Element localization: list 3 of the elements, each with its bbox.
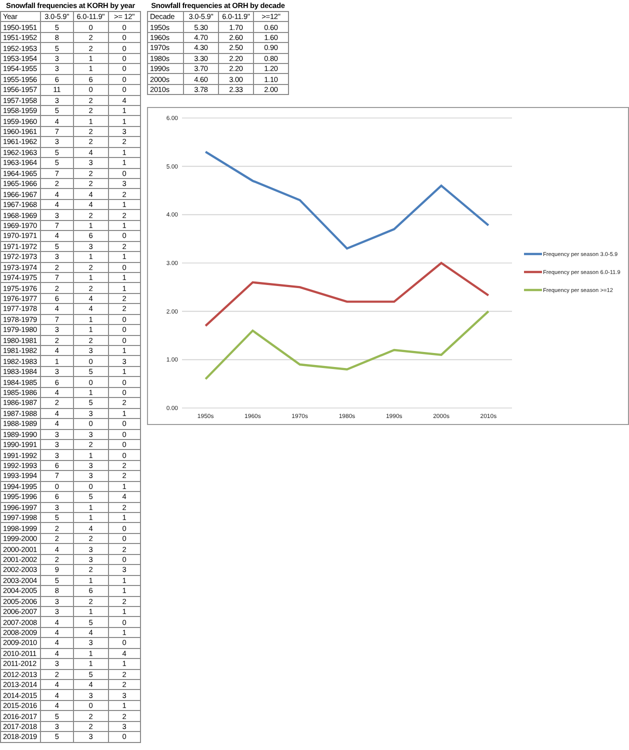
legend-swatch [524,289,542,292]
legend-swatch [524,253,542,256]
legend-swatch [524,271,542,274]
